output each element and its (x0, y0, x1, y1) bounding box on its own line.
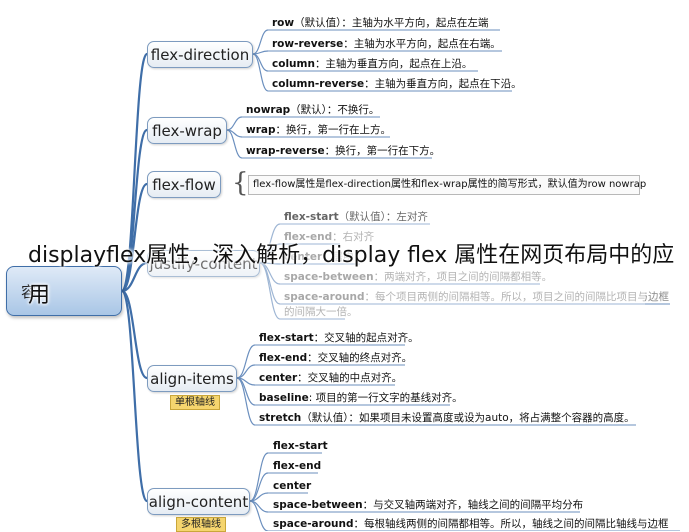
leaf-row-reverse: row-reverse：主轴为水平方向，起点在右端。 (272, 38, 501, 50)
leaf-column-reverse: column-reverse：主轴为垂直方向，起点在下沿。 (272, 78, 522, 90)
leaf-wrap: wrap：换行，第一行在上方。 (246, 124, 391, 136)
connector-line (120, 289, 149, 503)
node-align-items[interactable]: align-items (147, 365, 237, 392)
leaf-space-around: space-around：每根轴线两侧的间隔都相等。所以，轴线之间的间隔比轴线与… (273, 518, 669, 530)
leaf-center: center：交叉轴的中点对齐。 (259, 372, 403, 384)
tag-multi-axis: 多根轴线 (176, 517, 226, 532)
connector-line (236, 344, 256, 379)
node-label: align-content (148, 492, 249, 511)
leaf-flex-start: flex-start (273, 440, 328, 452)
leaf-baseline: baseline: 项目的第一行文字的基线对齐。 (259, 392, 463, 404)
leaf-center: center (273, 480, 312, 492)
node-align-content[interactable]: align-content (147, 488, 250, 515)
node-label: flex-direction (150, 45, 250, 64)
flex-flow-note: flex-flow属性是flex-direction属性和flex-wrap属性… (248, 175, 646, 195)
node-label: align-items (150, 369, 234, 388)
connector-line (249, 500, 269, 531)
leaf-nowrap: nowrap（默认）：不换行。 (246, 104, 380, 116)
leaf-flex-start: flex-start（默认值）：左对齐 (284, 211, 428, 223)
leaf-flex-start: flex-start：交叉轴的起点对齐。 (259, 332, 419, 344)
leaf-stretch: stretch（默认值）：如果项目未设置高度或设为auto，将占满整个容器的高度… (259, 412, 635, 424)
leaf-column: column：主轴为垂直方向，起点在上沿。 (272, 58, 473, 70)
brace-symbol: { (232, 168, 249, 198)
connector-line (226, 116, 243, 131)
node-flex-flow[interactable]: flex-flow (147, 171, 221, 198)
tag-single-axis: 单根轴线 (170, 395, 220, 410)
node-flex-wrap[interactable]: flex-wrap (147, 117, 227, 144)
leaf-wrap-reverse: wrap-reverse：换行，第一行在下方。 (246, 145, 441, 157)
leaf-row: row（默认值）：主轴为水平方向，起点在左端 (272, 17, 489, 29)
node-label: flex-flow (152, 175, 216, 194)
connector-line (252, 53, 269, 92)
mindmap-canvas: 容 flex-direction row（默认值）：主轴为水平方向，起点在左端 … (0, 0, 689, 532)
leaf-space-between: space-between：与交叉轴两端对齐，轴线之间的间隔平均分布 (273, 499, 584, 511)
leaf-flex-end: flex-end：交叉轴的终点对齐。 (259, 352, 413, 364)
overlay-caption: displayflex属性，深入解析，display flex 属性在网页布局中… (28, 243, 675, 308)
node-label: flex-wrap (152, 121, 222, 140)
node-flex-direction[interactable]: flex-direction (147, 41, 253, 68)
connector-line (252, 29, 269, 55)
leaf-flex-end: flex-end (273, 460, 322, 472)
